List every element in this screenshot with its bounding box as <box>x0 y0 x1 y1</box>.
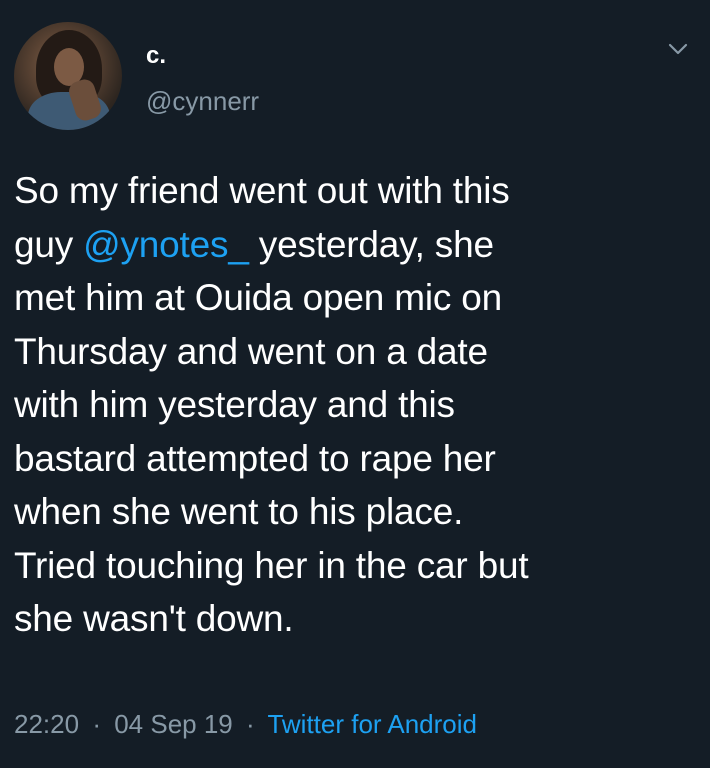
tweet-text-segment: when she went to his place. <box>14 491 464 532</box>
tweet-card: c. @cynnerr So my friend went out with t… <box>0 0 710 768</box>
tweet-text-segment: So my friend went out with this <box>14 170 510 211</box>
tweet-text-segment: yesterday, she <box>248 223 494 265</box>
tweet-meta: 22:20 · 04 Sep 19 · Twitter for Android <box>14 707 477 741</box>
meta-separator: · <box>246 709 255 739</box>
tweet-source-link[interactable]: Twitter for Android <box>267 709 477 739</box>
author-display-name[interactable]: c. <box>146 42 166 70</box>
tweet-text-line: with him yesterday and this <box>14 378 694 432</box>
author-username[interactable]: @cynnerr <box>146 86 259 116</box>
tweet-text-line: Tried touching her in the car but <box>14 539 694 593</box>
tweet-time[interactable]: 22:20 <box>14 709 79 739</box>
mention-link[interactable]: @ynotes_ <box>83 224 249 265</box>
tweet-text-segment: with him yesterday and this <box>14 384 455 425</box>
tweet-text-segment: Tried touching her in the car but <box>14 544 529 586</box>
tweet-text-segment: guy <box>14 223 84 265</box>
tweet-text-segment: she wasn't down. <box>14 598 294 639</box>
tweet-text-segment: Thursday and went on a date <box>14 330 488 372</box>
tweet-text-line: Thursday and went on a date <box>14 325 694 379</box>
tweet-date[interactable]: 04 Sep 19 <box>114 709 233 739</box>
tweet-text-segment: met him at Ouida open mic on <box>14 277 502 318</box>
tweet-text-line: she wasn't down. <box>14 592 694 646</box>
tweet-text: So my friend went out with this guy @ynot… <box>14 164 694 646</box>
tweet-text-line: So my friend went out with this <box>14 164 694 218</box>
tweet-text-segment: bastard attempted to rape her <box>14 437 496 479</box>
tweet-text-line: guy @ynotes_ yesterday, she <box>14 218 694 272</box>
avatar[interactable] <box>14 22 122 130</box>
tweet-text-line: met him at Ouida open mic on <box>14 271 694 325</box>
meta-separator: · <box>92 709 101 739</box>
chevron-down-icon[interactable] <box>668 42 688 56</box>
tweet-text-line: when she went to his place. <box>14 485 694 539</box>
tweet-text-line: bastard attempted to rape her <box>14 432 694 486</box>
